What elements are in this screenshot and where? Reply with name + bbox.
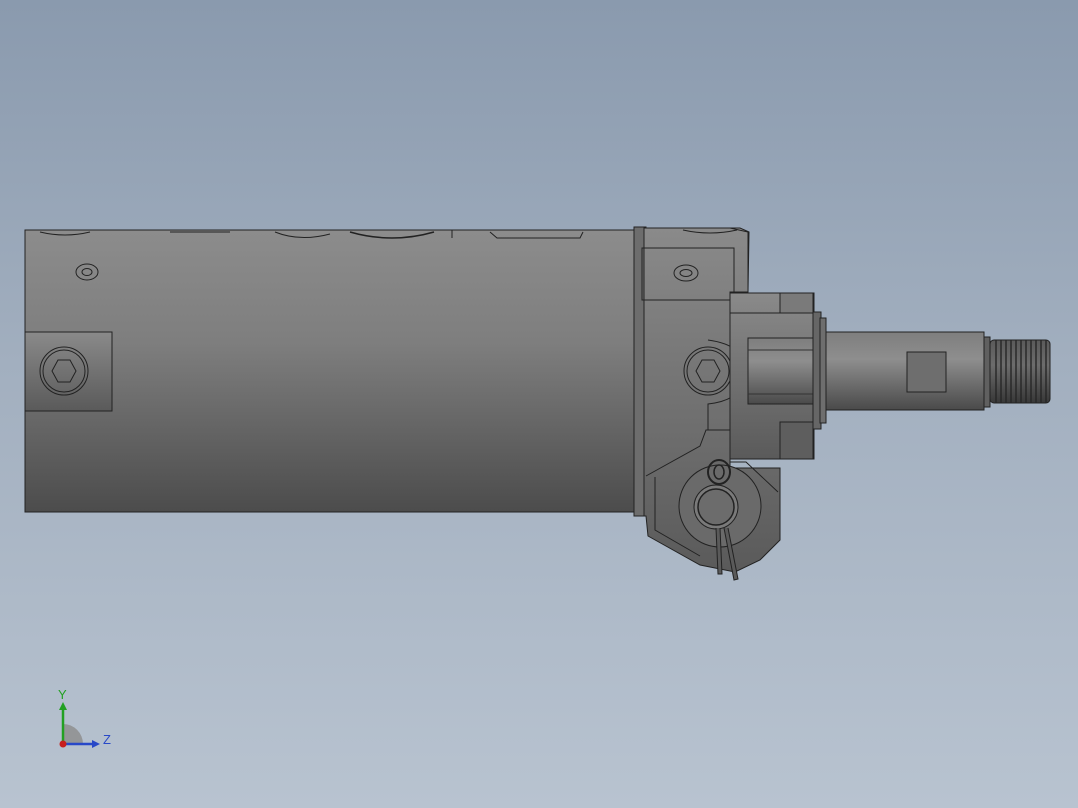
origin-dot (59, 740, 67, 748)
y-axis-label: Y (58, 687, 67, 702)
cylinder-barrel (24, 229, 638, 513)
rod-thread (989, 339, 1051, 404)
z-axis-label: Z (103, 732, 111, 747)
piston-rod (825, 331, 991, 411)
cylinder-model[interactable] (0, 0, 1078, 808)
rod-bushing (729, 292, 827, 460)
graphics-viewport[interactable]: Y Z (0, 0, 1078, 808)
